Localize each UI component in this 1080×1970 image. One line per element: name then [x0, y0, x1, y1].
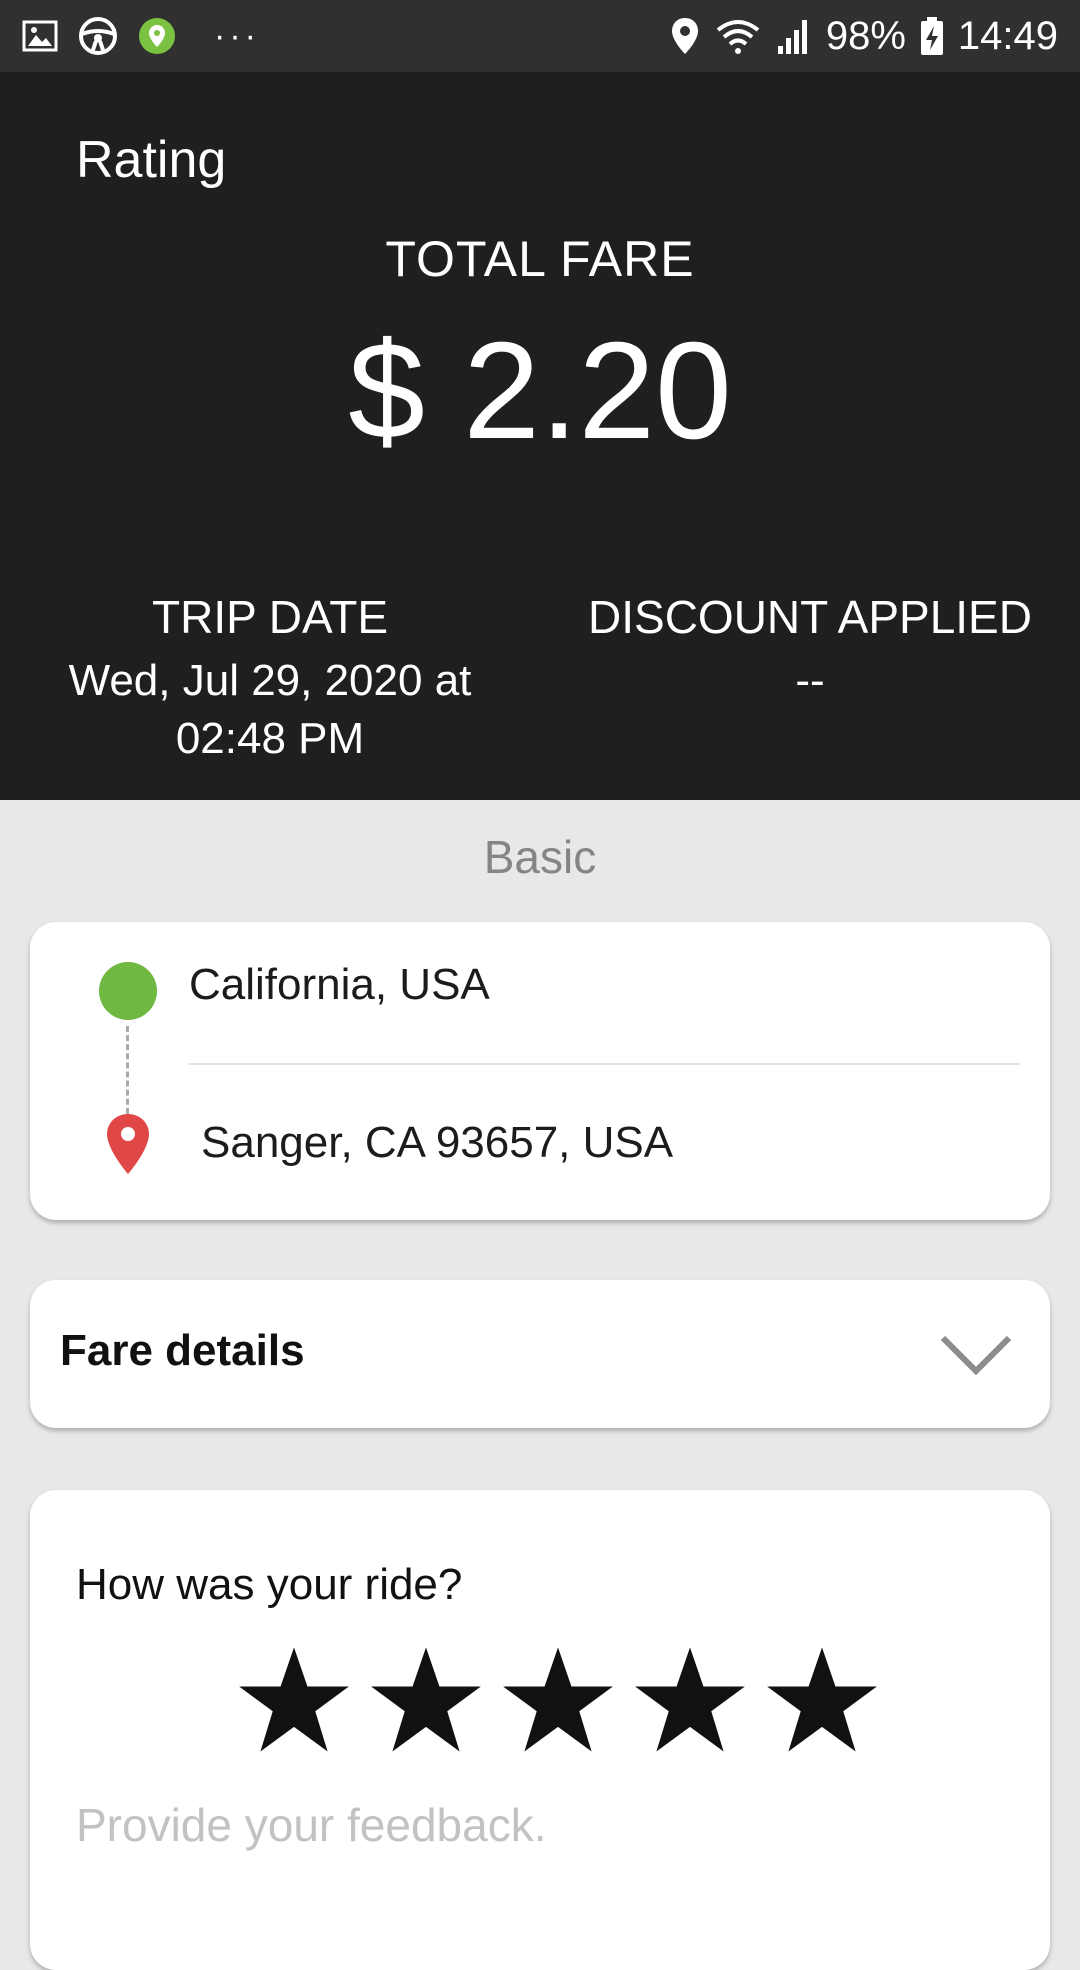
gallery-icon [22, 20, 58, 52]
rating-question: How was your ride? [76, 1560, 463, 1609]
discount-value: -- [795, 656, 825, 705]
fare-summary-header: Rating TOTAL FARE $ 2.20 TRIP DATE Wed, … [0, 72, 1080, 800]
dropoff-address: Sanger, CA 93657, USA [201, 1118, 674, 1167]
page-title: Rating [76, 131, 227, 189]
status-bar-left: ··· [22, 16, 280, 56]
steering-wheel-icon [79, 17, 117, 55]
feedback-input[interactable] [76, 1790, 976, 1860]
trip-date-section: TRIP DATE Wed, Jul 29, 2020 at 02:48 PM [0, 590, 540, 768]
signal-icon [777, 20, 807, 54]
location-icon [671, 18, 698, 54]
fare-details-toggle[interactable]: Fare details [30, 1280, 1050, 1428]
dropoff-pin-icon [107, 1114, 149, 1174]
pickup-dot-icon [99, 962, 157, 1020]
star-icon[interactable] [502, 1644, 614, 1756]
wifi-icon [716, 20, 760, 54]
route-card: California, USA Sanger, CA 93657, USA [30, 922, 1050, 1220]
discount-label: DISCOUNT APPLIED [588, 591, 1032, 643]
star-icon[interactable] [634, 1644, 746, 1756]
route-divider [189, 1063, 1020, 1065]
discount-section: DISCOUNT APPLIED -- [540, 590, 1080, 710]
total-fare-amount: $ 2.20 [348, 314, 732, 468]
star-icon[interactable] [370, 1644, 482, 1756]
more-notifications-icon: ··· [214, 16, 260, 55]
status-bar-right: 98% 14:49 [656, 14, 1058, 59]
clock: 14:49 [957, 13, 1058, 58]
battery-percent: 98% [825, 13, 906, 58]
pickup-address: California, USA [189, 960, 490, 1009]
app-location-icon [139, 18, 175, 54]
star-icon[interactable] [238, 1644, 350, 1756]
total-fare-label: TOTAL FARE [385, 231, 695, 287]
status-bar: ··· 98% 14:49 [0, 0, 1080, 72]
trip-date-label: TRIP DATE [152, 591, 388, 643]
chevron-down-icon[interactable] [940, 1334, 1012, 1376]
trip-date-value: Wed, Jul 29, 2020 at 02:48 PM [68, 656, 472, 763]
star-icon[interactable] [766, 1644, 878, 1756]
battery-charging-icon [920, 17, 943, 55]
ride-type-label: Basic [483, 831, 597, 883]
star-rating [238, 1644, 898, 1756]
fare-details-label: Fare details [60, 1326, 305, 1375]
rating-card: How was your ride? [30, 1490, 1050, 1970]
